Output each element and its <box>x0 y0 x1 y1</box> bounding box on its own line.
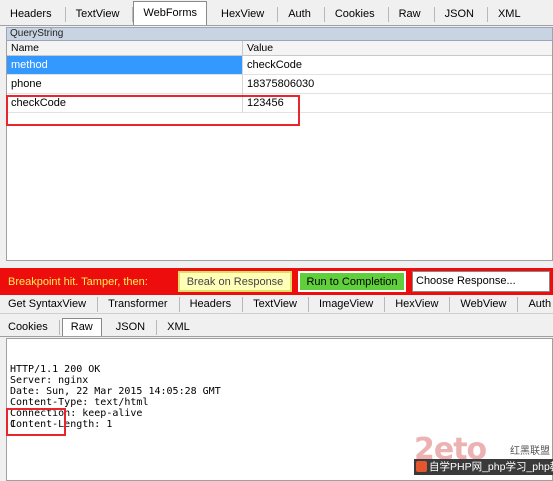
tab-json[interactable]: JSON <box>108 319 158 336</box>
tab-cookies[interactable]: Cookies <box>0 319 60 336</box>
table-row[interactable]: checkCode 123456 <box>7 94 552 113</box>
breakpoint-label: Breakpoint hit. Tamper, then: <box>8 275 148 288</box>
tab-hexview[interactable]: HexView <box>211 3 279 25</box>
param-name-cell[interactable]: checkCode <box>7 94 243 113</box>
param-name-cell[interactable]: method <box>7 56 243 75</box>
tab-imageview[interactable]: ImageView <box>311 296 386 313</box>
tab-hexview[interactable]: HexView <box>387 296 451 313</box>
run-to-completion-button[interactable]: Run to Completion <box>298 271 406 292</box>
tab-cookies[interactable]: Cookies <box>325 3 389 25</box>
tab-raw[interactable]: Raw <box>389 3 435 25</box>
raw-response-text[interactable]: HTTP/1.1 200 OK Server: nginx Date: Sun,… <box>6 338 553 481</box>
tab-xml[interactable]: XML <box>488 3 531 25</box>
tab-get-syntaxview[interactable]: Get SyntaxView <box>0 296 99 313</box>
tab-transformer[interactable]: Transformer <box>100 296 180 313</box>
param-name-cell[interactable]: phone <box>7 75 243 94</box>
param-value-cell[interactable]: 18375806030 <box>243 75 552 94</box>
tab-headers[interactable]: Headers <box>0 3 66 25</box>
param-value-cell[interactable]: checkCode <box>243 56 552 75</box>
querystring-grid[interactable]: Name Value method checkCode phone 183758… <box>6 41 553 261</box>
response-body: 1 <box>10 419 17 430</box>
break-on-response-button[interactable]: Break on Response <box>178 271 292 292</box>
table-row[interactable]: phone 18375806030 <box>7 75 552 94</box>
tab-headers[interactable]: Headers <box>182 296 243 313</box>
querystring-section-title: QueryString <box>6 27 553 41</box>
request-inspector-tabs: Headers TextView WebForms HexView Auth C… <box>0 0 553 26</box>
choose-response-dropdown[interactable]: Choose Response... <box>412 271 550 292</box>
tab-json[interactable]: JSON <box>435 3 489 25</box>
tab-textview[interactable]: TextView <box>245 296 309 313</box>
tab-xml[interactable]: XML <box>159 319 198 336</box>
grid-header: Name Value <box>7 41 552 56</box>
column-header-value[interactable]: Value <box>243 41 552 55</box>
table-row[interactable]: method checkCode <box>7 56 552 75</box>
tab-auth[interactable]: Auth <box>520 296 553 313</box>
tab-auth[interactable]: Auth <box>278 3 325 25</box>
response-tabs-row-2: Cookies Raw JSON XML <box>0 315 553 337</box>
tab-webforms[interactable]: WebForms <box>133 1 207 25</box>
tab-raw[interactable]: Raw <box>61 318 102 336</box>
breakpoint-bar: Breakpoint hit. Tamper, then: Break on R… <box>0 268 553 295</box>
tab-webview[interactable]: WebView <box>452 296 519 313</box>
tab-textview[interactable]: TextView <box>66 3 134 25</box>
param-value-cell[interactable]: 123456 <box>243 94 552 113</box>
response-headers: HTTP/1.1 200 OK Server: nginx Date: Sun,… <box>10 364 221 430</box>
column-header-name[interactable]: Name <box>7 41 243 55</box>
response-tabs-row-1: Get SyntaxView Transformer Headers TextV… <box>0 295 553 314</box>
